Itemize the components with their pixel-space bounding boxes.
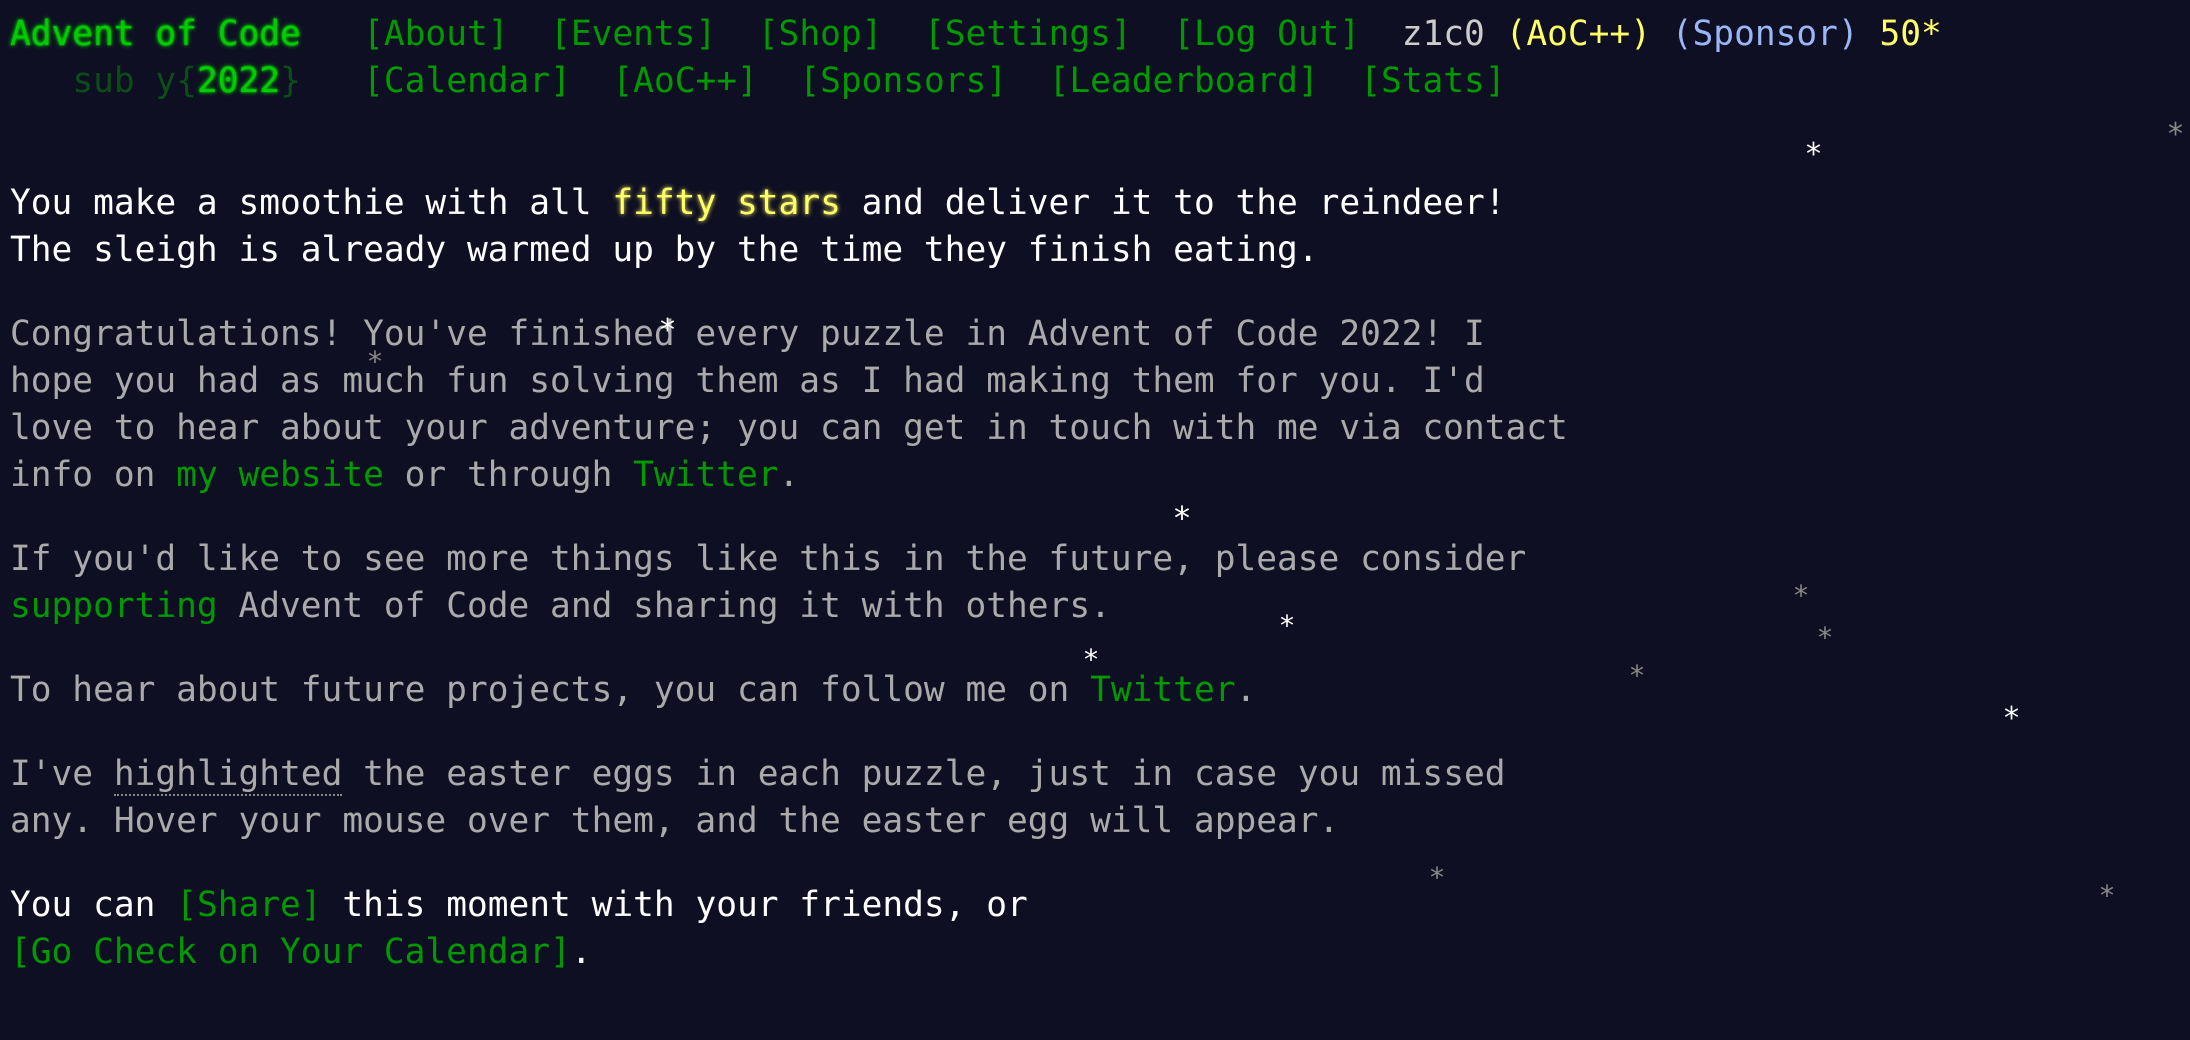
aocpp-badge-link[interactable]: (AoC++) bbox=[1506, 14, 1651, 54]
nav-events-link[interactable]: [Events] bbox=[550, 14, 716, 54]
fifty-stars-highlight: fifty stars bbox=[612, 183, 841, 223]
star-icon: * bbox=[2168, 117, 2183, 152]
text: You can bbox=[10, 885, 177, 925]
twitter-follow-link[interactable]: Twitter bbox=[1090, 670, 1235, 710]
site-title-link[interactable]: Advent of Code bbox=[10, 14, 301, 54]
text: or through bbox=[383, 455, 634, 495]
my-website-link[interactable]: my website bbox=[176, 455, 384, 495]
text: the easter eggs in each puzzle, just in … bbox=[342, 754, 1506, 794]
nav-leaderboard-link[interactable]: [Leaderboard] bbox=[1049, 61, 1319, 101]
text: . bbox=[570, 932, 592, 972]
supporting-link[interactable]: supporting bbox=[10, 586, 218, 626]
highlighted-word[interactable]: highlighted bbox=[113, 754, 343, 796]
star-icon: * bbox=[2004, 701, 2019, 736]
nav-logout-link[interactable]: [Log Out] bbox=[1173, 14, 1360, 54]
calendar-link[interactable]: [Go Check on Your Calendar] bbox=[10, 932, 571, 972]
completion-message: You make a smoothie with all fifty stars… bbox=[10, 180, 1710, 1013]
star-icon: * bbox=[1794, 579, 1808, 612]
nav-about-link[interactable]: [About] bbox=[363, 14, 508, 54]
nav-aocpp-link[interactable]: [AoC++] bbox=[612, 61, 757, 101]
header-row-bottom: sub y{2022} [Calendar] [AoC++] [Sponsors… bbox=[10, 58, 1505, 105]
year-prefix: sub y bbox=[72, 61, 177, 101]
nav-settings-link[interactable]: [Settings] bbox=[924, 14, 1132, 54]
support-paragraph: If you'd like to see more things like th… bbox=[10, 536, 1710, 630]
nav-stats-link[interactable]: [Stats] bbox=[1360, 61, 1505, 101]
congratulations-paragraph: Congratulations! You've finished every p… bbox=[10, 311, 1710, 499]
year-brace-open: { bbox=[176, 61, 197, 101]
text: info on bbox=[10, 455, 177, 495]
smoothie-paragraph: You make a smoothie with all fifty stars… bbox=[10, 180, 1710, 274]
star-icon: * bbox=[1806, 137, 1821, 172]
text: hope you had as much fun solving them as… bbox=[10, 361, 1485, 401]
share-link[interactable]: [Share] bbox=[176, 885, 321, 925]
text: Advent of Code and sharing it with other… bbox=[217, 586, 1111, 626]
nav-calendar-link[interactable]: [Calendar] bbox=[363, 61, 571, 101]
nav-shop-link[interactable]: [Shop] bbox=[758, 14, 883, 54]
star-icon: * bbox=[1430, 861, 1444, 894]
text: Congratulations! You've finished every p… bbox=[10, 314, 1485, 354]
text: this moment with your friends, or bbox=[321, 885, 1028, 925]
text: love to hear about your adventure; you c… bbox=[10, 408, 1568, 448]
text: . bbox=[778, 455, 800, 495]
year-brace-close: } bbox=[280, 61, 301, 101]
star-icon: * bbox=[1630, 659, 1644, 692]
twitter-link[interactable]: Twitter bbox=[633, 455, 778, 495]
text: any. Hover your mouse over them, and the… bbox=[10, 801, 1340, 841]
star-count: 50* bbox=[1879, 14, 1942, 54]
future-projects-paragraph: To hear about future projects, you can f… bbox=[10, 667, 1710, 714]
text: The sleigh is already warmed up by the t… bbox=[10, 230, 1319, 270]
text: If you'd like to see more things like th… bbox=[10, 539, 1527, 579]
star-icon: * bbox=[1818, 621, 1832, 654]
star-icon: * bbox=[2100, 879, 2114, 912]
nav-sponsors-link[interactable]: [Sponsors] bbox=[799, 61, 1007, 101]
text: and deliver it to the reindeer! bbox=[840, 183, 1506, 223]
text: . bbox=[1235, 670, 1257, 710]
text: To hear about future projects, you can f… bbox=[10, 670, 1091, 710]
share-paragraph: You can [Share] this moment with your fr… bbox=[10, 882, 1710, 976]
header-row-top: Advent of Code [About] [Events] [Shop] [… bbox=[10, 11, 1942, 58]
sponsor-badge-link[interactable]: (Sponsor) bbox=[1672, 14, 1859, 54]
star-icon: * bbox=[660, 313, 675, 348]
star-icon: * bbox=[368, 345, 382, 378]
easter-eggs-paragraph: I've highlighted the easter eggs in each… bbox=[10, 751, 1710, 845]
user-name: z1c0 bbox=[1401, 14, 1485, 54]
text: I've bbox=[10, 754, 114, 794]
year-link[interactable]: 2022 bbox=[197, 61, 280, 101]
star-icon: * bbox=[1174, 499, 1190, 537]
text: You make a smoothie with all bbox=[10, 183, 613, 223]
star-icon: * bbox=[1280, 609, 1294, 642]
star-icon: * bbox=[1084, 643, 1098, 676]
